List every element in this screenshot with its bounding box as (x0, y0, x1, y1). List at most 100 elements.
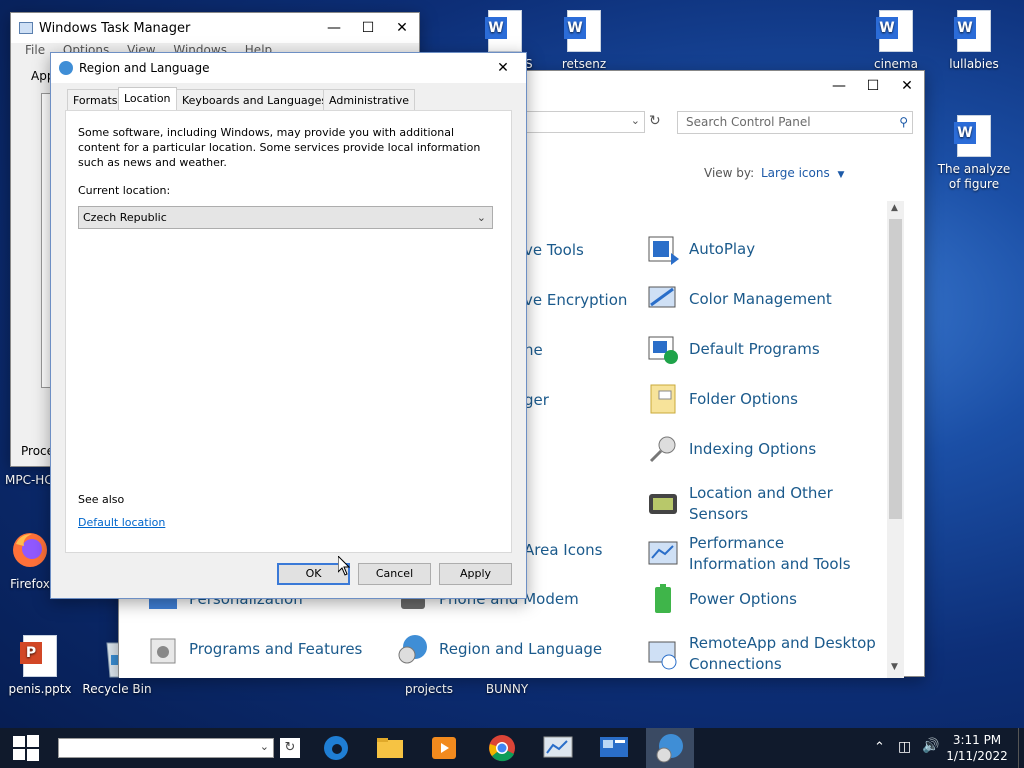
maximize-icon[interactable]: ☐ (351, 13, 385, 43)
taskbar-task-manager[interactable] (534, 728, 582, 768)
cp-item-indexing-options[interactable]: Indexing Options (647, 433, 816, 465)
desktop-icon-label: Recycle Bin (82, 682, 152, 696)
scroll-down-icon[interactable]: ▼ (891, 662, 898, 672)
globe-clock-icon (397, 633, 429, 665)
current-location-value: Czech Republic (83, 211, 167, 224)
desktop-icon-label: BUNNY (485, 682, 529, 696)
view-by-dropdown[interactable]: Large icons ▼ (761, 166, 844, 180)
tab-location[interactable]: Location (118, 87, 177, 111)
chevron-up-icon[interactable]: ⌃ (874, 740, 885, 755)
close-icon[interactable]: ✕ (890, 71, 924, 101)
globe-icon (656, 734, 683, 763)
taskbar-region-language[interactable] (646, 728, 694, 768)
cp-item-label: Indexing Options (689, 440, 817, 458)
apply-button[interactable]: Apply (439, 563, 512, 585)
cp-item-notification-area[interactable]: Area Icons (524, 541, 602, 559)
region-language-dialog[interactable]: Region and Language ✕ Formats Location K… (50, 52, 527, 599)
media-player-icon (432, 737, 456, 759)
cp-item-region-language[interactable]: Region and Language (397, 633, 602, 665)
desktop-icon-lullabies[interactable]: W lullabies (934, 10, 1014, 71)
network-icon[interactable]: ◫ (898, 739, 911, 755)
word-document-icon: W (954, 10, 994, 54)
cp-item-power-options[interactable]: Power Options (647, 583, 797, 615)
default-location-link[interactable]: Default location (78, 516, 165, 529)
desktop-icon-label: lullabies (949, 57, 999, 71)
cp-item-label: Folder Options (689, 390, 798, 408)
default-programs-icon (647, 333, 679, 365)
cp-item-label: AutoPlay (689, 240, 756, 258)
start-button[interactable] (2, 728, 50, 768)
search-input[interactable]: Search Control Panel (686, 115, 811, 129)
chrome-icon (489, 735, 515, 762)
taskbar-control-panel[interactable] (590, 728, 638, 768)
clock-date: 1/11/2022 (946, 749, 1008, 763)
cp-item-performance[interactable]: Performance Information and Tools (647, 533, 867, 575)
clock[interactable]: 3:11 PM 1/11/2022 (946, 732, 1008, 764)
chevron-down-icon[interactable]: ⌄ (260, 740, 269, 753)
cp-item-autoplay[interactable]: AutoPlay (647, 233, 755, 265)
cp-item-location-sensors[interactable]: Location and Other Sensors (647, 483, 867, 525)
desktop-icon-pptx[interactable]: P penis.pptx (0, 635, 80, 696)
cp-item-default-programs[interactable]: Default Programs (647, 333, 820, 365)
desktop-icon-label: retsenz (561, 57, 607, 71)
minimize-icon[interactable]: — (317, 13, 351, 43)
vertical-scrollbar[interactable]: ▲ ▼ (887, 201, 904, 678)
cp-item-remoteapp[interactable]: RemoteApp and Desktop Connections (647, 633, 887, 675)
cp-item-bitlocker[interactable]: ve Encryption (524, 291, 627, 309)
address-bar[interactable]: ⌄ (519, 111, 645, 133)
cp-item-label: RemoteApp and Desktop Connections (689, 634, 876, 673)
folder-icon (377, 738, 403, 758)
desktop-icon-projects[interactable]: projects (389, 682, 469, 696)
desktop-icon-retsenz[interactable]: W retsenz (544, 10, 624, 71)
dialog-titlebar[interactable]: Region and Language ✕ (51, 53, 526, 83)
cp-item-label: Color Management (689, 290, 832, 308)
scroll-up-icon[interactable]: ▲ (891, 203, 898, 213)
desktop-icon-analyze[interactable]: W The analyze of figure (934, 115, 1014, 192)
cp-item-label: Region and Language (439, 640, 603, 658)
refresh-icon[interactable]: ↻ (649, 113, 661, 129)
cp-item-programs-features[interactable]: Programs and Features (147, 633, 362, 665)
indexing-icon (647, 433, 679, 465)
close-icon[interactable]: ✕ (480, 53, 526, 83)
cp-item-label: Location and Other Sensors (689, 484, 833, 523)
cancel-button[interactable]: Cancel (358, 563, 431, 585)
mouse-cursor-icon (338, 556, 350, 576)
cp-item-folder-options[interactable]: Folder Options (647, 383, 798, 415)
task-manager-icon (543, 736, 573, 758)
show-desktop-button[interactable] (1018, 728, 1024, 768)
search-icon[interactable]: ⚲ (899, 112, 908, 133)
folder-options-icon (647, 383, 679, 415)
location-description: Some software, including Windows, may pr… (78, 126, 481, 169)
chevron-down-icon[interactable]: ⌄ (631, 114, 640, 127)
tab-keyboards-languages[interactable]: Keyboards and Languages (176, 89, 334, 111)
menu-file[interactable]: File (25, 43, 45, 57)
tab-administrative[interactable]: Administrative (323, 89, 416, 111)
caret-down-icon: ▼ (837, 170, 845, 180)
windows-logo-icon (13, 735, 39, 761)
taskbar-chrome[interactable] (478, 728, 526, 768)
taskbar-address-box[interactable]: ⌄ (58, 738, 274, 758)
autoplay-icon (647, 233, 679, 265)
task-manager-titlebar[interactable]: Windows Task Manager — ☐ ✕ (11, 13, 419, 43)
scrollbar-thumb[interactable] (889, 219, 902, 519)
taskbar-media-player[interactable] (420, 728, 468, 768)
cp-item-label: Performance Information and Tools (689, 534, 851, 573)
battery-icon (647, 583, 679, 615)
current-location-select[interactable]: Czech Republic ⌄ (78, 206, 493, 229)
clock-time: 3:11 PM (952, 733, 1002, 747)
cp-item-device-manager[interactable]: ger (524, 391, 549, 409)
cp-item-color-management[interactable]: Color Management (647, 283, 832, 315)
volume-icon[interactable]: 🔊 (922, 738, 939, 754)
refresh-icon[interactable]: ↻ (280, 738, 300, 758)
maximize-icon[interactable]: ☐ (856, 71, 890, 101)
close-icon[interactable]: ✕ (385, 13, 419, 43)
taskbar-edge[interactable] (312, 728, 360, 768)
minimize-icon[interactable]: — (822, 71, 856, 101)
desktop-icon-cinema[interactable]: W cinema (856, 10, 936, 71)
search-box[interactable]: Search Control Panel ⚲ (677, 111, 913, 134)
cp-item-admin-tools[interactable]: ve Tools (524, 241, 584, 259)
desktop-icon-bunny[interactable]: BUNNY (467, 682, 547, 696)
taskbar-file-explorer[interactable] (366, 728, 414, 768)
tab-formats[interactable]: Formats (67, 89, 124, 111)
performance-icon (647, 538, 679, 570)
